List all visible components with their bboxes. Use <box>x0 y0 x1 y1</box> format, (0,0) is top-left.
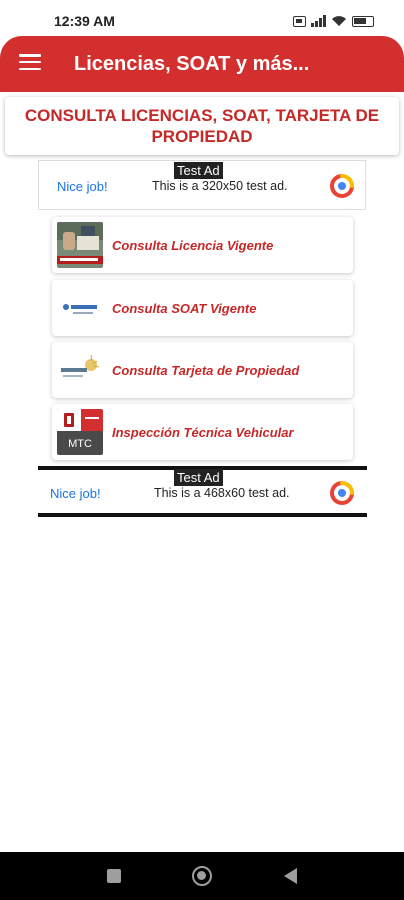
hamburger-menu-icon[interactable] <box>18 52 42 72</box>
back-icon[interactable] <box>284 868 297 884</box>
sim-card-icon <box>293 15 306 27</box>
header-card: CONSULTA LICENCIAS, SOAT, TARJETA DE PRO… <box>5 97 399 155</box>
home-icon[interactable] <box>192 866 212 886</box>
system-nav-bar <box>0 852 404 900</box>
app-bar: Licencias, SOAT y más... <box>0 36 404 92</box>
recent-apps-icon[interactable] <box>107 869 121 883</box>
status-time: 12:39 AM <box>54 13 115 29</box>
admob-logo-icon <box>330 174 354 198</box>
sunarp-logo <box>57 347 103 393</box>
wifi-icon <box>332 16 346 26</box>
menu-item-soat[interactable]: Consulta SOAT Vigente <box>52 280 353 336</box>
ad-nice-job-text: Nice job! <box>57 179 108 194</box>
menu-item-inspeccion[interactable]: MTC Inspección Técnica Vehicular <box>52 404 353 460</box>
menu-item-label: Inspección Técnica Vehicular <box>112 425 294 440</box>
app-title: Licencias, SOAT y más... <box>74 53 310 75</box>
battery-icon <box>352 15 374 27</box>
menu-item-label: Consulta SOAT Vigente <box>112 301 257 316</box>
page-title: CONSULTA LICENCIAS, SOAT, TARJETA DE PRO… <box>24 106 380 146</box>
status-icons <box>293 14 374 28</box>
apeseg-logo <box>57 285 103 331</box>
svg-text:MTC: MTC <box>68 438 92 450</box>
admob-logo-icon <box>330 481 354 505</box>
ad-description: This is a 468x60 test ad. <box>154 486 290 500</box>
menu-item-label: Consulta Licencia Vigente <box>112 238 274 253</box>
status-bar: 12:39 AM <box>0 0 404 36</box>
menu-item-label: Consulta Tarjeta de Propiedad <box>112 363 300 378</box>
menu-item-licencia[interactable]: Consulta Licencia Vigente <box>52 217 353 273</box>
signal-icon <box>311 15 326 27</box>
test-ad-label-top: Test Ad <box>174 162 223 179</box>
license-photo-thumbnail <box>57 222 103 268</box>
ad-description: This is a 320x50 test ad. <box>152 179 288 193</box>
test-ad-label-bottom: Test Ad <box>174 469 223 486</box>
ad-nice-job-text: Nice job! <box>50 486 101 501</box>
mtc-peru-logo: MTC <box>57 409 103 455</box>
menu-item-tarjeta[interactable]: Consulta Tarjeta de Propiedad <box>52 342 353 398</box>
